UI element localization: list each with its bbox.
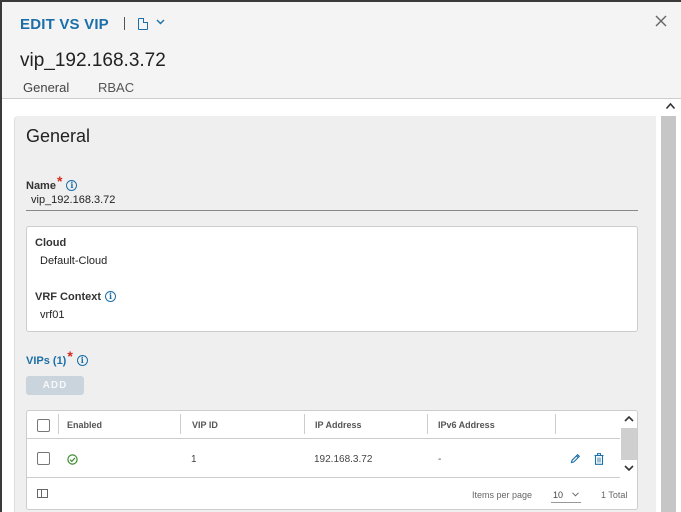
- grid-header: Enabled VIP ID IP Address IPv6 Address: [27, 411, 620, 439]
- info-icon[interactable]: i: [66, 179, 78, 191]
- row-checkbox[interactable]: [37, 452, 50, 465]
- name-label-text: Name: [26, 180, 56, 192]
- scroll-up-icon[interactable]: [623, 414, 635, 423]
- select-all-checkbox[interactable]: [37, 419, 50, 432]
- vip-id-cell: 1: [191, 454, 197, 465]
- trash-icon[interactable]: [594, 453, 604, 465]
- column-divider: [180, 414, 181, 434]
- required-marker: *: [56, 173, 63, 189]
- column-divider: [58, 414, 59, 434]
- section-title: General: [26, 126, 91, 146]
- modal-body: General Name* i vip_192.168.3.72 Cloud De…: [2, 99, 660, 512]
- info-icon[interactable]: i: [105, 290, 116, 302]
- grid-scrollbar[interactable]: [620, 411, 637, 478]
- table-row[interactable]: 1 192.168.3.72 -: [27, 440, 620, 478]
- general-section: General Name* i vip_192.168.3.72 Cloud De…: [14, 116, 656, 512]
- column-divider: [555, 414, 556, 434]
- pencil-icon[interactable]: [570, 453, 581, 464]
- page-scrollbar-thumb[interactable]: [661, 116, 676, 512]
- column-divider: [304, 414, 305, 434]
- document-icon[interactable]: [138, 18, 148, 30]
- vips-label: VIPs (1)* i: [26, 348, 88, 367]
- modal-header: EDIT VS VIP vip_192.168.3.72 General RBA…: [2, 2, 681, 100]
- vips-label-text: VIPs (1): [26, 355, 67, 367]
- grid-footer: Items per page 10 1 Total: [27, 479, 637, 509]
- column-header-vip-id[interactable]: VIP ID: [192, 420, 218, 430]
- tab-general[interactable]: General: [23, 80, 72, 100]
- close-icon[interactable]: [654, 14, 668, 28]
- info-icon[interactable]: i: [76, 354, 88, 366]
- chevron-down-icon: [572, 492, 579, 497]
- required-marker: *: [67, 348, 73, 364]
- tab-rbac[interactable]: RBAC: [98, 80, 134, 95]
- grid-scrollbar-thumb[interactable]: [621, 428, 637, 460]
- add-vip-button[interactable]: ADD: [26, 376, 84, 395]
- vrf-context-label: VRF Context i: [35, 290, 116, 303]
- cloud-label: Cloud: [35, 237, 67, 249]
- column-toggle-icon[interactable]: [37, 489, 48, 498]
- items-per-page-label: Items per page: [472, 490, 533, 500]
- column-divider: [427, 414, 428, 434]
- check-circle-icon: [67, 454, 78, 465]
- vips-grid: Enabled VIP ID IP Address IPv6 Address 1…: [26, 410, 638, 510]
- title-separator: [124, 17, 125, 30]
- object-title: vip_192.168.3.72: [20, 50, 166, 71]
- scroll-down-icon[interactable]: [623, 464, 635, 473]
- column-header-ipv6-address[interactable]: IPv6 Address: [438, 420, 495, 430]
- modal-title: EDIT VS VIP: [20, 16, 109, 33]
- ip-address-cell: 192.168.3.72: [314, 454, 373, 465]
- page-scrollbar[interactable]: [660, 99, 681, 512]
- column-header-ip-address[interactable]: IP Address: [315, 420, 362, 430]
- items-per-page-select[interactable]: 10: [551, 487, 581, 503]
- chevron-down-icon[interactable]: [156, 17, 165, 26]
- scroll-up-icon[interactable]: [665, 102, 676, 110]
- items-per-page-value: 10: [553, 490, 564, 500]
- cloud-vrf-panel: Cloud Default-Cloud VRF Context i vrf01: [26, 226, 638, 332]
- name-label: Name* i: [26, 173, 78, 192]
- cloud-value: Default-Cloud: [40, 255, 108, 267]
- vrf-context-label-text: VRF Context: [35, 291, 101, 303]
- ipv6-address-cell: -: [438, 454, 442, 465]
- column-header-enabled[interactable]: Enabled: [67, 420, 102, 430]
- total-count: 1 Total: [601, 490, 628, 500]
- vrf-context-value: vrf01: [40, 309, 65, 321]
- name-field[interactable]: vip_192.168.3.72: [26, 192, 638, 211]
